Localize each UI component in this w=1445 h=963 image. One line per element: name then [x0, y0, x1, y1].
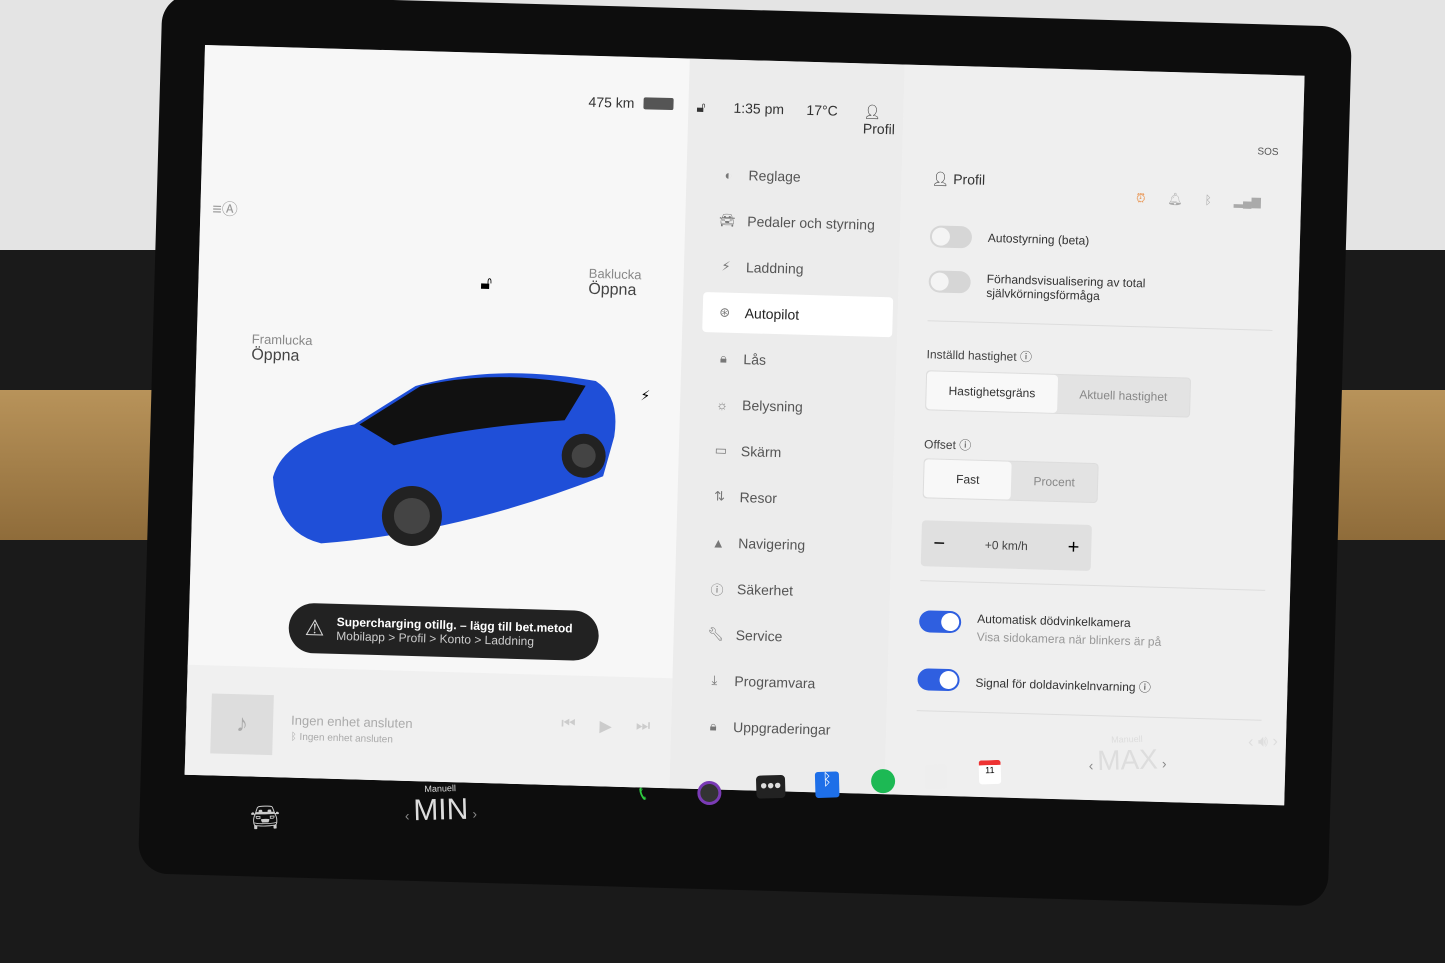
car-icon: 🚘︎ [718, 212, 736, 228]
divider [927, 320, 1273, 331]
option-percent[interactable]: Procent [1011, 462, 1097, 502]
blindspot-chime-toggle[interactable] [917, 668, 960, 692]
bluetooth-icon[interactable]: ᛒ [1204, 193, 1212, 208]
offset-stepper: − +0 km/h + [920, 520, 1092, 571]
fsd-preview-toggle[interactable] [928, 270, 971, 294]
alarm-clock-icon[interactable]: ⏰︎ [1136, 191, 1146, 206]
range-readout: 475 km [588, 93, 635, 112]
warning-icon: ⚠︎ [304, 615, 325, 641]
autosteer-row[interactable]: Autostyrning (beta) [929, 225, 1090, 251]
music-note-icon: ♪ [210, 693, 274, 756]
blindspot-camera-row[interactable]: Automatisk dödvinkelkamera Visa sidokamer… [918, 610, 1162, 649]
wrench-icon: 🔧︎ [707, 626, 725, 642]
menu-item-uppgraderingar[interactable]: 🔒︎ Uppgraderingar [691, 706, 882, 751]
option-current-speed[interactable]: Aktuell hastighet [1057, 375, 1190, 417]
option-speed-limit[interactable]: Hastighetsgräns [926, 371, 1058, 413]
profile-status[interactable]: Profil [863, 120, 895, 137]
download-icon: ⤓ [711, 672, 718, 688]
supercharging-alert[interactable]: ⚠︎ Supercharging otillg. – lägg till bet… [288, 602, 600, 662]
offset-selector: Fast Procent [922, 458, 1099, 504]
sun-icon: ☼ [715, 396, 729, 413]
menu-item-laddning[interactable]: ⚡︎ Laddning [703, 246, 894, 291]
media-player: ♪ Ingen enhet ansluten ᛒ Ingen enhet ans… [184, 664, 673, 789]
option-fixed[interactable]: Fast [923, 459, 1013, 500]
navigation-icon: ▲ [711, 534, 725, 551]
trunk-callout[interactable]: Baklucka Öppna [588, 266, 642, 300]
bag-icon: 🔒︎ [709, 718, 717, 734]
steering-wheel-icon: ⊛ [719, 304, 731, 320]
volume-icon[interactable]: ‹ 🔊︎ › [1248, 733, 1278, 752]
phone-icon[interactable]: 📞︎ [639, 783, 647, 806]
bolt-icon: ⚡︎ [721, 258, 731, 274]
lte-signal-icon: ▂▄▆ [1233, 193, 1262, 209]
left-climate-control[interactable]: Manuell ‹ MIN › [404, 782, 478, 828]
more-apps-icon[interactable]: ••• [755, 774, 786, 799]
set-speed-label: Inställd hastighet [926, 347, 1017, 364]
menu-item-reglage[interactable]: ◐ Reglage [706, 154, 897, 199]
decrease-button[interactable]: − [933, 532, 945, 555]
camera-icon[interactable] [697, 780, 722, 806]
menu-item-skärm[interactable]: ▭ Skärm [698, 430, 889, 475]
menu-item-navigering[interactable]: ▲ Navigering [696, 522, 887, 567]
set-speed-selector: Hastighetsgräns Aktuell hastighet [925, 370, 1191, 418]
spotify-icon[interactable] [870, 768, 896, 794]
info-icon[interactable]: ⓘ [1020, 350, 1032, 364]
auto-headlights-icon: ≡Ⓐ [212, 201, 238, 219]
bluetooth-small-icon: ᛒ [290, 731, 300, 743]
blindspot-camera-toggle[interactable] [918, 610, 962, 634]
menu-item-belysning[interactable]: ☼ Belysning [700, 384, 891, 429]
car-image [272, 373, 616, 546]
profile-icon: 👤︎ [931, 170, 954, 187]
offset-label: Offset [923, 437, 957, 453]
lock-status-icon[interactable]: 🔓︎ [696, 99, 706, 116]
fsd-preview-row[interactable]: Förhandsvisualisering av total självkörn… [928, 270, 1157, 304]
bluetooth-app-icon[interactable]: ᛒ [814, 771, 840, 799]
info-icon[interactable]: ⓘ [1139, 680, 1151, 694]
touchscreen: 475 km ≡Ⓐ Framlucka Öppna Baklucka Öppna 🔓… [184, 45, 1305, 806]
display-icon: ▭ [714, 442, 728, 458]
trips-icon: ⇅ [713, 488, 726, 504]
unlock-icon[interactable]: 🔓︎ [480, 273, 492, 294]
settings-menu: 🔓︎ 1:35 pm 17°C 👤︎ Profil ◐ Reglage 🚘︎ Peda… [669, 58, 905, 795]
autosteer-toggle[interactable] [929, 225, 973, 249]
calendar-icon[interactable]: 11 [978, 759, 1002, 785]
blindspot-chime-row[interactable]: Signal för doldavinkelnvarning ⓘ [917, 668, 1151, 697]
bell-icon[interactable]: 🔔︎ [1167, 192, 1183, 207]
battery-icon [643, 97, 674, 111]
profile-icon: 👤︎ [863, 103, 882, 120]
autopilot-settings: SOS 👤︎ Profil ⏰︎ 🔔︎ ᛒ ▂▄▆ Autostyrning (bet… [884, 64, 1305, 806]
lock-icon: 🔒︎ [719, 350, 728, 366]
right-climate-control[interactable]: Manuell ‹ MAX › [1088, 733, 1167, 777]
menu-item-service[interactable]: 🔧︎ Service [693, 614, 884, 659]
car-panel: 475 km ≡Ⓐ Framlucka Öppna Baklucka Öppna 🔓… [184, 45, 690, 789]
offset-value: +0 km/h [984, 537, 1029, 554]
increase-button[interactable]: + [1067, 536, 1079, 559]
clock: 1:35 pm [733, 99, 785, 118]
menu-item-säkerhet[interactable]: ⓘ Säkerhet [694, 568, 885, 613]
menu-item-programvara[interactable]: ⤓ Programvara [692, 660, 883, 705]
charge-port-icon[interactable]: ⚡︎ [640, 387, 650, 404]
chevron-right-icon[interactable]: › [468, 805, 477, 821]
info-icon[interactable]: ⓘ [959, 438, 971, 452]
alert-icon: ⓘ [710, 581, 724, 598]
menu-item-lås[interactable]: 🔒︎ Lås [701, 338, 892, 383]
profile-header[interactable]: Profil [953, 171, 985, 188]
divider [920, 580, 1266, 591]
chevron-right-icon[interactable]: › [1158, 755, 1167, 771]
divider [916, 710, 1262, 721]
play-icon[interactable]: ▶︎ [599, 716, 612, 736]
next-track-icon[interactable]: ⏭︎ [636, 717, 651, 737]
toybox-icon[interactable] [924, 764, 948, 789]
toggle-icon: ◐ [724, 167, 733, 183]
previous-track-icon[interactable]: ⏮︎ [561, 715, 576, 735]
menu-item-resor[interactable]: ⇅ Resor [697, 476, 888, 521]
car-icon[interactable]: 🚘︎ [249, 803, 281, 833]
outside-temp: 17°C [806, 101, 838, 119]
menu-item-autopilot[interactable]: ⊛ Autopilot [702, 292, 894, 338]
sos-button[interactable]: SOS [1257, 146, 1278, 158]
menu-item-pedaler-och-styrning[interactable]: 🚘︎ Pedaler och styrning [705, 200, 896, 245]
